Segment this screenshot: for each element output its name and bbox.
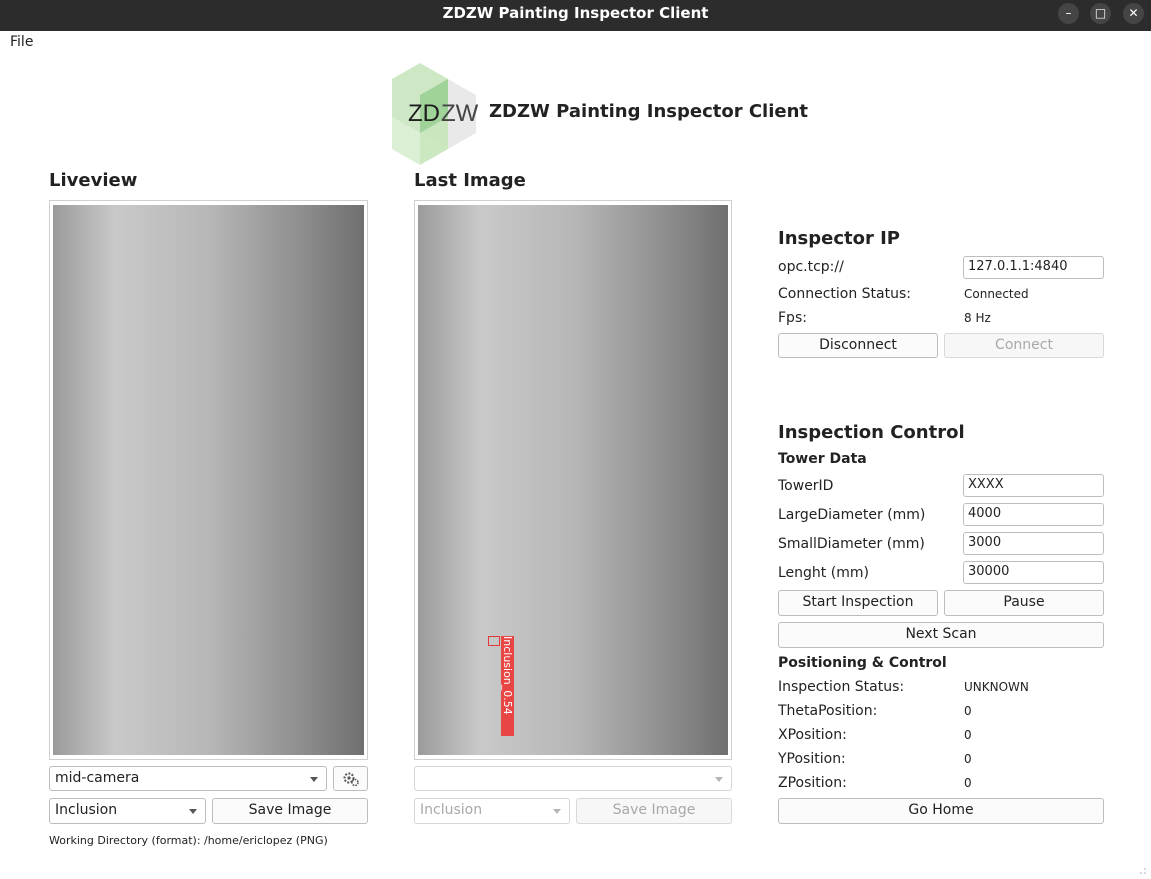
- theta-position-label: ThetaPosition:: [778, 703, 878, 719]
- working-dir-label: Working Directory (format):: [49, 834, 201, 847]
- menu-file[interactable]: File: [10, 34, 33, 50]
- connection-status-value: Connected: [964, 287, 1029, 301]
- detection-label-text: Inclusion_0.54: [501, 636, 514, 715]
- tower-id-label: TowerID: [778, 478, 834, 494]
- theta-position-value: 0: [964, 704, 972, 718]
- last-image-type-value: Inclusion: [420, 802, 483, 818]
- chevron-down-icon: [189, 809, 197, 814]
- liveview-title: Liveview: [49, 170, 138, 191]
- connection-status-label: Connection Status:: [778, 286, 911, 302]
- liveview-frame: [49, 200, 368, 760]
- go-home-button[interactable]: Go Home: [778, 798, 1104, 824]
- working-dir-value: /home/ericlopez (PNG): [204, 834, 328, 847]
- z-position-value: 0: [964, 776, 972, 790]
- pause-button[interactable]: Pause: [944, 590, 1104, 616]
- last-image-title: Last Image: [414, 170, 526, 191]
- liveview-type-select[interactable]: Inclusion: [49, 798, 206, 824]
- inspection-status-label: Inspection Status:: [778, 679, 905, 695]
- last-image: Inclusion_0.54: [418, 205, 728, 755]
- y-position-value: 0: [964, 752, 972, 766]
- small-diameter-input[interactable]: 3000: [963, 532, 1104, 555]
- camera-select-value: mid-camera: [55, 770, 140, 786]
- inspector-address-input[interactable]: 127.0.1.1:4840: [963, 256, 1104, 279]
- last-image-save-button[interactable]: Save Image: [576, 798, 732, 824]
- disconnect-button[interactable]: Disconnect: [778, 333, 938, 358]
- liveview-save-button[interactable]: Save Image: [212, 798, 368, 824]
- gears-icon: [343, 772, 359, 787]
- detection-label: Inclusion_0.54: [501, 636, 514, 736]
- start-inspection-button[interactable]: Start Inspection: [778, 590, 938, 616]
- last-image-type-select[interactable]: Inclusion: [414, 798, 570, 824]
- minimize-icon[interactable]: –: [1058, 3, 1079, 24]
- chevron-down-icon: [553, 809, 561, 814]
- menu-bar: File: [0, 31, 1151, 54]
- chevron-down-icon: [310, 777, 318, 782]
- positioning-title: Positioning & Control: [778, 655, 947, 671]
- fps-value: 8 Hz: [964, 311, 991, 325]
- small-diameter-label: SmallDiameter (mm): [778, 536, 925, 552]
- fps-label: Fps:: [778, 310, 807, 326]
- connect-button[interactable]: Connect: [944, 333, 1104, 358]
- detection-box: [488, 636, 500, 646]
- maximize-icon[interactable]: □: [1090, 3, 1111, 24]
- inspection-control-title: Inspection Control: [778, 422, 965, 443]
- large-diameter-input[interactable]: 4000: [963, 503, 1104, 526]
- y-position-label: YPosition:: [778, 751, 846, 767]
- x-position-value: 0: [964, 728, 972, 742]
- liveview-type-value: Inclusion: [55, 802, 118, 818]
- last-image-frame: Inclusion_0.54: [414, 200, 732, 760]
- last-image-camera-select[interactable]: [414, 766, 732, 791]
- close-icon[interactable]: ✕: [1123, 3, 1144, 24]
- chevron-down-icon: [715, 777, 723, 782]
- tower-data-title: Tower Data: [778, 451, 867, 467]
- window-title: ZDZW Painting Inspector Client: [442, 4, 709, 22]
- next-scan-button[interactable]: Next Scan: [778, 622, 1104, 648]
- inspector-ip-title: Inspector IP: [778, 228, 900, 249]
- zdzw-logo-icon: ZD ZW: [392, 63, 479, 165]
- window-titlebar: ZDZW Painting Inspector Client – □ ✕: [0, 0, 1151, 31]
- camera-settings-button[interactable]: [333, 766, 368, 791]
- length-input[interactable]: 30000: [963, 561, 1104, 584]
- logo-text-zw: ZW: [441, 100, 479, 127]
- tower-id-input[interactable]: XXXX: [963, 474, 1104, 497]
- resize-grip-icon[interactable]: [1139, 867, 1147, 875]
- app-title: ZDZW Painting Inspector Client: [489, 101, 809, 122]
- opc-prefix-label: opc.tcp://: [778, 259, 844, 275]
- large-diameter-label: LargeDiameter (mm): [778, 507, 926, 523]
- z-position-label: ZPosition:: [778, 775, 847, 791]
- logo-text-zd: ZD: [408, 100, 440, 127]
- inspection-status-value: UNKNOWN: [964, 680, 1029, 694]
- length-label: Lenght (mm): [778, 565, 869, 581]
- camera-select[interactable]: mid-camera: [49, 766, 327, 791]
- x-position-label: XPosition:: [778, 727, 847, 743]
- liveview-image: [53, 205, 364, 755]
